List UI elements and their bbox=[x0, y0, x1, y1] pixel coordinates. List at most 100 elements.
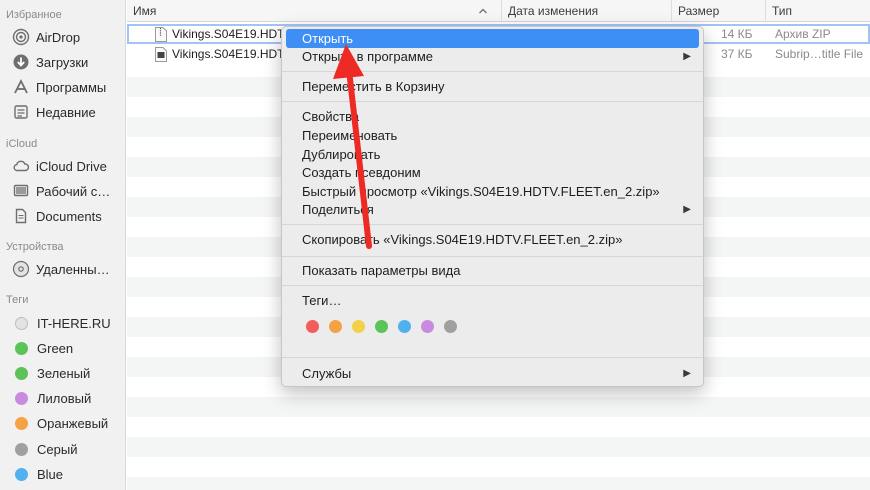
tag-color-dot bbox=[15, 467, 28, 481]
submenu-arrow-icon: ▶ bbox=[683, 51, 691, 62]
sidebar-item-airdrop[interactable]: AirDrop bbox=[12, 26, 124, 48]
sidebar-tag-zeleny[interactable]: Зеленый bbox=[12, 362, 124, 384]
file-size: 37 КБ bbox=[721, 47, 753, 61]
menu-item-tags[interactable]: Теги… bbox=[286, 291, 699, 310]
menu-separator bbox=[282, 285, 703, 286]
file-size: 14 КБ bbox=[721, 27, 753, 41]
menu-item-move-to-trash[interactable]: Переместить в Корзину bbox=[286, 77, 699, 96]
applications-icon bbox=[12, 78, 30, 96]
tag-swatch-blue[interactable] bbox=[398, 320, 411, 333]
empty-row bbox=[127, 397, 870, 417]
tag-color-dot bbox=[15, 442, 28, 456]
menu-separator bbox=[282, 256, 703, 257]
menu-item-label: Дублировать bbox=[302, 147, 381, 162]
tag-swatch-orange[interactable] bbox=[329, 320, 342, 333]
menu-item-label: Теги… bbox=[302, 293, 342, 308]
tag-color-swatches bbox=[306, 320, 457, 333]
sidebar-tag-green[interactable]: Green bbox=[12, 337, 124, 359]
sidebar-item-label: Удаленны… bbox=[36, 261, 110, 277]
menu-item-label: Переименовать bbox=[302, 128, 398, 143]
tag-color-dot bbox=[15, 316, 28, 330]
menu-separator bbox=[282, 357, 703, 358]
column-header-kind[interactable]: Тип bbox=[765, 0, 870, 22]
menu-item-show-view-options[interactable]: Показать параметры вида bbox=[286, 261, 699, 280]
document-icon bbox=[12, 207, 30, 225]
sidebar-tag-it-here[interactable]: IT-HERE.RU bbox=[12, 312, 124, 334]
sidebar-tag-gray[interactable]: Серый bbox=[12, 438, 124, 460]
tag-swatch-red[interactable] bbox=[306, 320, 319, 333]
file-kind: Subrip…title File bbox=[775, 47, 864, 61]
sidebar-section-icloud: iCloud bbox=[6, 138, 38, 150]
menu-item-duplicate[interactable]: Дублировать bbox=[286, 145, 699, 164]
sidebar-item-label: Программы bbox=[36, 79, 107, 95]
file-kind: Архив ZIP bbox=[775, 27, 831, 41]
sidebar-item-label: Documents bbox=[36, 208, 102, 224]
sidebar-section-favorites: Избранное bbox=[6, 9, 62, 21]
sidebar-item-applications[interactable]: Программы bbox=[12, 76, 124, 98]
subtitle-file-icon bbox=[155, 46, 167, 62]
menu-item-rename[interactable]: Переименовать bbox=[286, 126, 699, 145]
sidebar-item-documents[interactable]: Documents bbox=[12, 205, 124, 227]
disc-icon bbox=[12, 260, 30, 278]
menu-item-open-with[interactable]: Открыть в программе ▶ bbox=[286, 47, 699, 66]
sidebar-tag-blue[interactable]: Blue bbox=[12, 463, 124, 485]
tag-color-dot bbox=[15, 416, 28, 430]
downloads-icon bbox=[12, 53, 30, 71]
menu-item-get-info[interactable]: Свойства bbox=[286, 107, 699, 126]
zip-file-icon bbox=[155, 26, 167, 42]
menu-item-label: Поделиться bbox=[302, 202, 374, 217]
menu-item-open[interactable]: Открыть bbox=[286, 29, 699, 48]
menu-item-label: Свойства bbox=[302, 109, 360, 124]
sidebar-section-devices: Устройства bbox=[6, 241, 64, 253]
menu-item-copy[interactable]: Скопировать «Vikings.S04E19.HDTV.FLEET.e… bbox=[286, 230, 699, 249]
sidebar-item-label: IT-HERE.RU bbox=[37, 315, 111, 331]
column-header-label: Имя bbox=[133, 4, 157, 18]
context-menu: Открыть Открыть в программе ▶ Переместить… bbox=[281, 26, 704, 387]
sidebar-item-remote-disc[interactable]: Удаленны… bbox=[12, 258, 124, 280]
tag-swatch-yellow[interactable] bbox=[352, 320, 365, 333]
menu-item-label: Переместить в Корзину bbox=[302, 79, 445, 94]
sidebar-item-label: Серый bbox=[37, 441, 78, 457]
sidebar-item-downloads[interactable]: Загрузки bbox=[12, 51, 124, 73]
column-header-name[interactable]: Имя bbox=[127, 0, 501, 22]
sidebar-item-label: Оранжевый bbox=[37, 415, 109, 431]
sidebar-item-label: Зеленый bbox=[37, 365, 91, 381]
sidebar-item-label: Лиловый bbox=[37, 390, 92, 406]
cloud-icon bbox=[12, 157, 30, 175]
menu-item-label: Быстрый просмотр «Vikings.S04E19.HDTV.FL… bbox=[302, 184, 660, 199]
empty-row bbox=[127, 477, 870, 490]
sidebar-tag-purple[interactable]: Лиловый bbox=[12, 387, 124, 409]
sidebar-item-label: Недавние bbox=[36, 104, 96, 120]
sidebar-item-label: AirDrop bbox=[36, 29, 81, 45]
airdrop-icon bbox=[12, 28, 30, 46]
column-header-bar: Имя Дата изменения Размер Тип bbox=[127, 0, 870, 22]
menu-separator bbox=[282, 224, 703, 225]
sidebar-tag-orange[interactable]: Оранжевый bbox=[12, 412, 124, 434]
tag-swatch-gray[interactable] bbox=[444, 320, 457, 333]
column-header-label: Тип bbox=[772, 4, 793, 18]
submenu-arrow-icon: ▶ bbox=[683, 204, 691, 215]
menu-item-label: Открыть bbox=[302, 31, 354, 46]
sidebar-item-label: Загрузки bbox=[36, 54, 89, 70]
sidebar-item-icloud-drive[interactable]: iCloud Drive bbox=[12, 155, 124, 177]
menu-item-services[interactable]: Службы ▶ bbox=[286, 364, 699, 383]
column-header-label: Дата изменения bbox=[508, 4, 599, 18]
column-header-date[interactable]: Дата изменения bbox=[501, 0, 671, 22]
sidebar-item-label: Blue bbox=[37, 466, 64, 482]
tag-color-dot bbox=[15, 341, 28, 355]
sidebar-item-desktop[interactable]: Рабочий с… bbox=[12, 180, 124, 202]
menu-separator bbox=[282, 71, 703, 72]
empty-row bbox=[127, 437, 870, 457]
menu-item-make-alias[interactable]: Создать псевдоним bbox=[286, 163, 699, 182]
menu-item-label: Службы bbox=[302, 366, 352, 381]
sidebar-section-tags: Теги bbox=[6, 294, 29, 306]
menu-item-quick-look[interactable]: Быстрый просмотр «Vikings.S04E19.HDTV.FL… bbox=[286, 182, 699, 201]
recents-icon bbox=[12, 103, 30, 121]
menu-item-label: Показать параметры вида bbox=[302, 263, 461, 278]
tag-swatch-green[interactable] bbox=[375, 320, 388, 333]
sidebar-item-recents[interactable]: Недавние bbox=[12, 101, 124, 123]
tag-swatch-purple[interactable] bbox=[421, 320, 434, 333]
sidebar-item-label: Green bbox=[37, 340, 74, 356]
menu-item-share[interactable]: Поделиться ▶ bbox=[286, 200, 699, 219]
column-header-size[interactable]: Размер bbox=[671, 0, 765, 22]
